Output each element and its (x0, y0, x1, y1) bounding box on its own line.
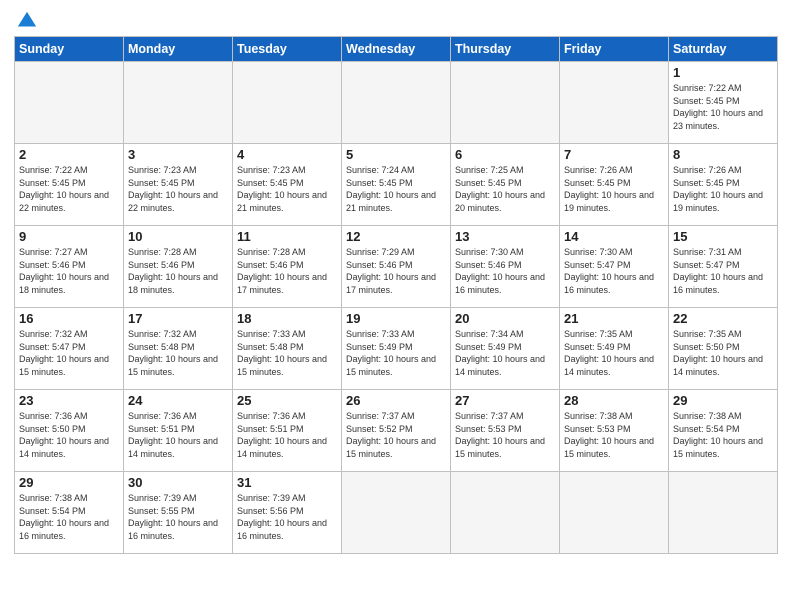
calendar-cell: 13Sunrise: 7:30 AMSunset: 5:46 PMDayligh… (451, 226, 560, 308)
calendar-cell: 12Sunrise: 7:29 AMSunset: 5:46 PMDayligh… (342, 226, 451, 308)
calendar-cell (560, 472, 669, 554)
calendar-cell: 29Sunrise: 7:38 AMSunset: 5:54 PMDayligh… (15, 472, 124, 554)
calendar-cell: 2Sunrise: 7:22 AMSunset: 5:45 PMDaylight… (15, 144, 124, 226)
weekday-header: Sunday (15, 37, 124, 62)
weekday-header: Friday (560, 37, 669, 62)
calendar-cell: 7Sunrise: 7:26 AMSunset: 5:45 PMDaylight… (560, 144, 669, 226)
calendar-cell: 24Sunrise: 7:36 AMSunset: 5:51 PMDayligh… (124, 390, 233, 472)
calendar-cell: 8Sunrise: 7:26 AMSunset: 5:45 PMDaylight… (669, 144, 778, 226)
logo (14, 10, 38, 28)
calendar-cell: 26Sunrise: 7:37 AMSunset: 5:52 PMDayligh… (342, 390, 451, 472)
empty-cell (233, 62, 342, 144)
weekday-header: Monday (124, 37, 233, 62)
header (14, 10, 778, 28)
calendar-cell: 30Sunrise: 7:39 AMSunset: 5:55 PMDayligh… (124, 472, 233, 554)
empty-cell (342, 62, 451, 144)
calendar-body: 1Sunrise: 7:22 AMSunset: 5:45 PMDaylight… (15, 62, 778, 554)
calendar-cell: 3Sunrise: 7:23 AMSunset: 5:45 PMDaylight… (124, 144, 233, 226)
calendar-cell: 31Sunrise: 7:39 AMSunset: 5:56 PMDayligh… (233, 472, 342, 554)
calendar-cell: 25Sunrise: 7:36 AMSunset: 5:51 PMDayligh… (233, 390, 342, 472)
weekday-header: Tuesday (233, 37, 342, 62)
empty-cell (451, 62, 560, 144)
calendar-cell: 14Sunrise: 7:30 AMSunset: 5:47 PMDayligh… (560, 226, 669, 308)
calendar-cell: 11Sunrise: 7:28 AMSunset: 5:46 PMDayligh… (233, 226, 342, 308)
page-container: SundayMondayTuesdayWednesdayThursdayFrid… (0, 0, 792, 562)
calendar-cell: 22Sunrise: 7:35 AMSunset: 5:50 PMDayligh… (669, 308, 778, 390)
weekday-header: Wednesday (342, 37, 451, 62)
calendar-cell: 9Sunrise: 7:27 AMSunset: 5:46 PMDaylight… (15, 226, 124, 308)
calendar-cell: 19Sunrise: 7:33 AMSunset: 5:49 PMDayligh… (342, 308, 451, 390)
calendar-cell: 23Sunrise: 7:36 AMSunset: 5:50 PMDayligh… (15, 390, 124, 472)
calendar-cell: 15Sunrise: 7:31 AMSunset: 5:47 PMDayligh… (669, 226, 778, 308)
calendar-cell: 6Sunrise: 7:25 AMSunset: 5:45 PMDaylight… (451, 144, 560, 226)
weekday-header: Saturday (669, 37, 778, 62)
weekday-header: Thursday (451, 37, 560, 62)
calendar-cell: 28Sunrise: 7:38 AMSunset: 5:53 PMDayligh… (560, 390, 669, 472)
calendar-cell: 20Sunrise: 7:34 AMSunset: 5:49 PMDayligh… (451, 308, 560, 390)
calendar-cell: 21Sunrise: 7:35 AMSunset: 5:49 PMDayligh… (560, 308, 669, 390)
calendar-table: SundayMondayTuesdayWednesdayThursdayFrid… (14, 36, 778, 554)
calendar-cell: 16Sunrise: 7:32 AMSunset: 5:47 PMDayligh… (15, 308, 124, 390)
calendar-cell (669, 472, 778, 554)
calendar-cell: 29Sunrise: 7:38 AMSunset: 5:54 PMDayligh… (669, 390, 778, 472)
calendar-cell (451, 472, 560, 554)
empty-cell (124, 62, 233, 144)
empty-cell (560, 62, 669, 144)
logo-icon (16, 10, 38, 32)
calendar-cell: 17Sunrise: 7:32 AMSunset: 5:48 PMDayligh… (124, 308, 233, 390)
empty-cell (15, 62, 124, 144)
calendar-header: SundayMondayTuesdayWednesdayThursdayFrid… (15, 37, 778, 62)
calendar-cell: 18Sunrise: 7:33 AMSunset: 5:48 PMDayligh… (233, 308, 342, 390)
calendar-cell: 1Sunrise: 7:22 AMSunset: 5:45 PMDaylight… (669, 62, 778, 144)
calendar-cell: 27Sunrise: 7:37 AMSunset: 5:53 PMDayligh… (451, 390, 560, 472)
calendar-cell: 10Sunrise: 7:28 AMSunset: 5:46 PMDayligh… (124, 226, 233, 308)
calendar-cell: 5Sunrise: 7:24 AMSunset: 5:45 PMDaylight… (342, 144, 451, 226)
calendar-cell: 4Sunrise: 7:23 AMSunset: 5:45 PMDaylight… (233, 144, 342, 226)
calendar-cell (342, 472, 451, 554)
